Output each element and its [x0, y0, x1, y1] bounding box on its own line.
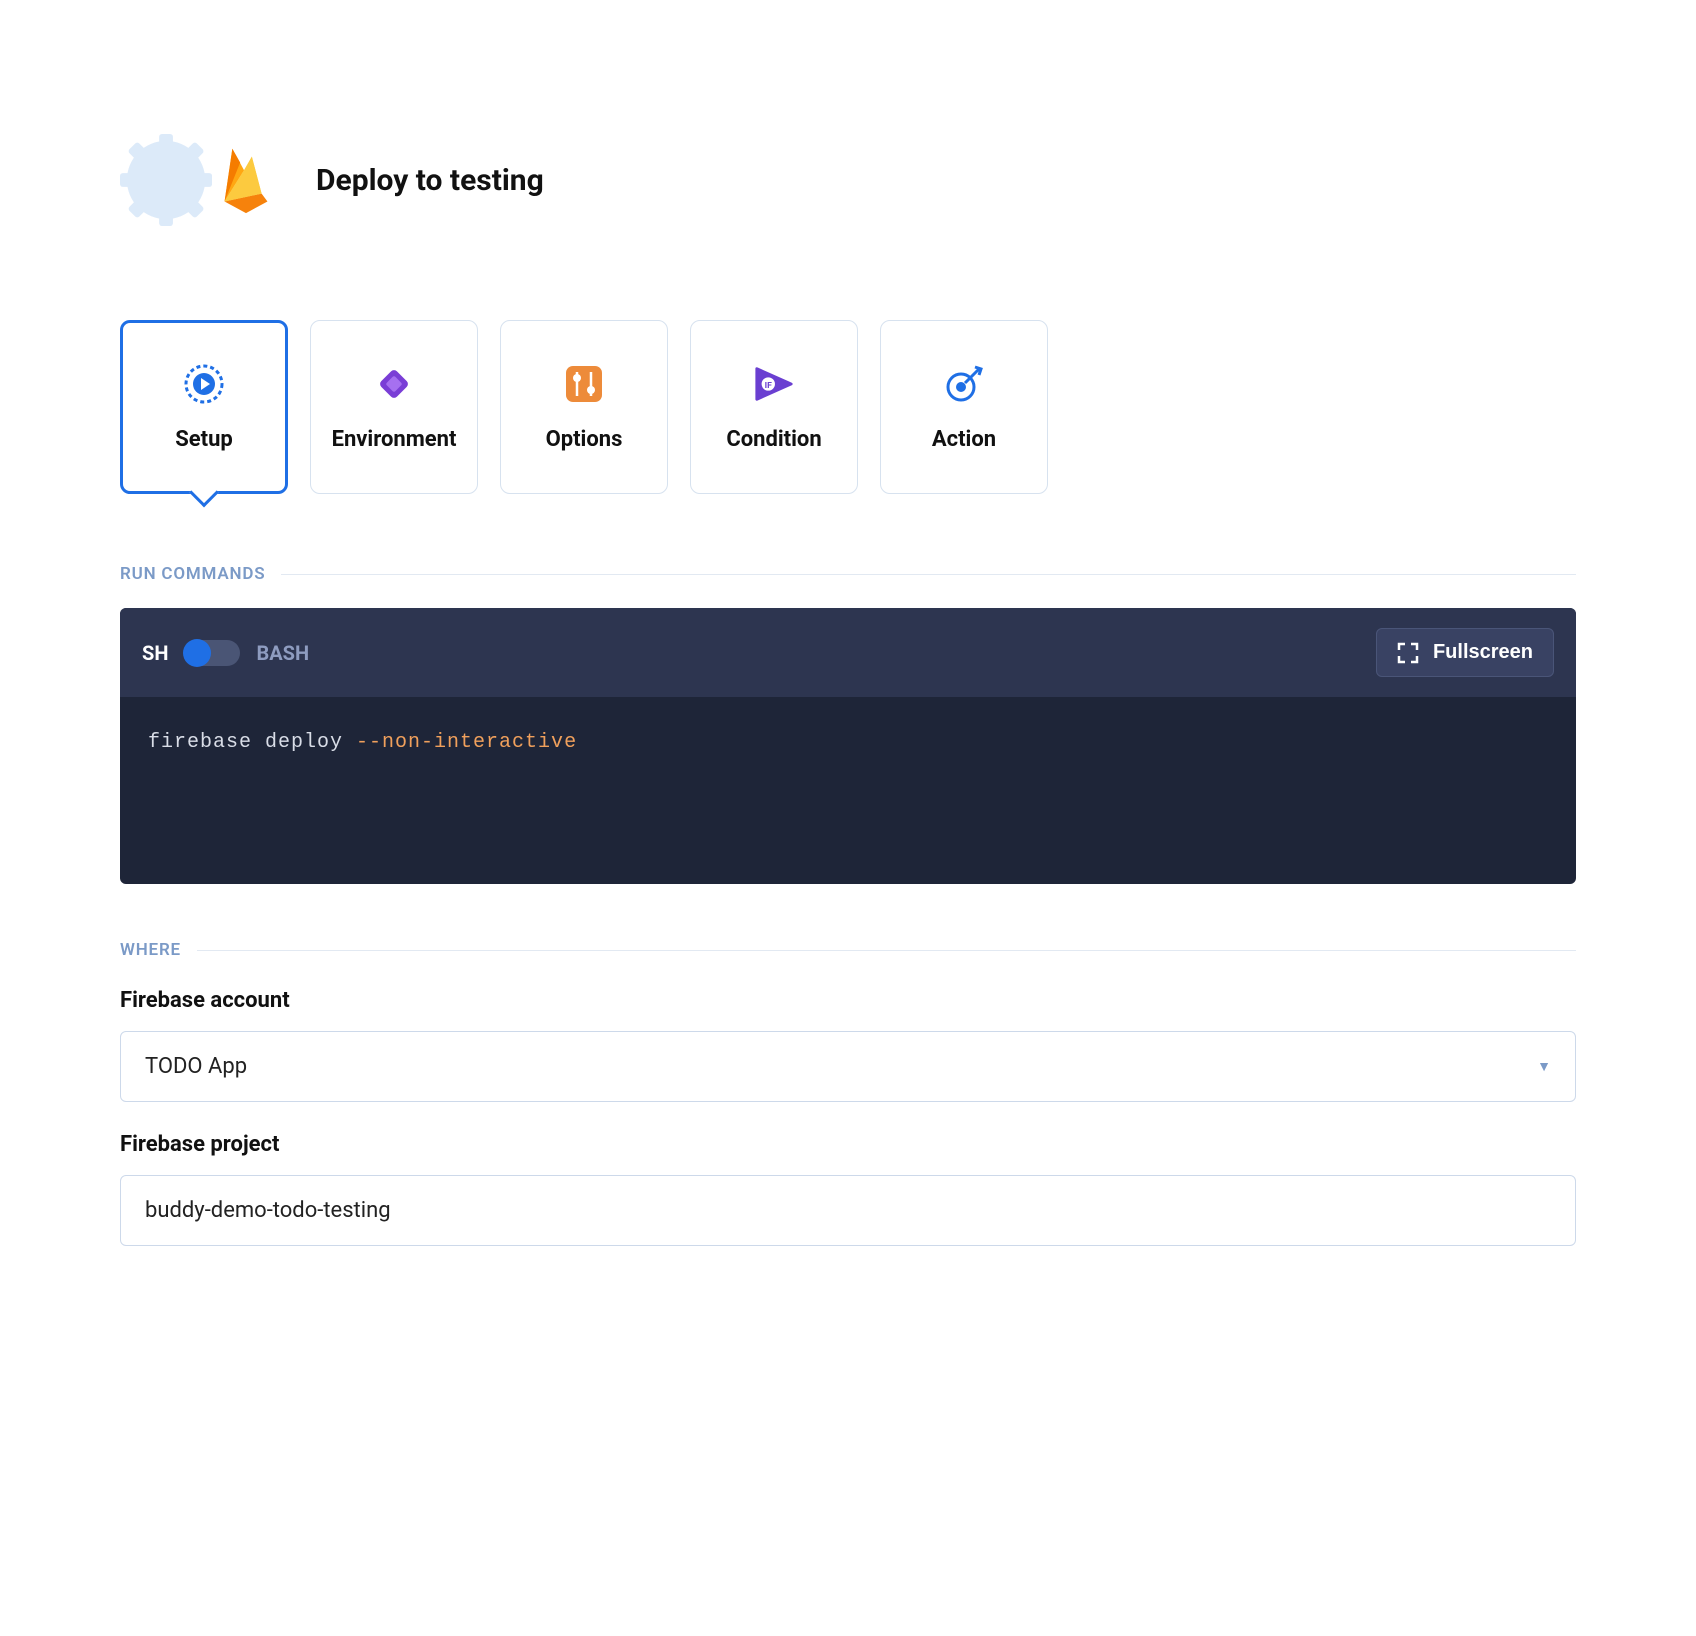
code-flag: --non-interactive: [356, 731, 577, 754]
environment-diamond-icon: [373, 363, 415, 405]
shell-switch: SH BASH: [142, 640, 309, 666]
tab-label: Options: [546, 427, 623, 452]
tab-bar: Setup Environment Options: [120, 320, 1576, 494]
firebase-project-value: buddy-demo-todo-testing: [145, 1198, 391, 1223]
tab-condition[interactable]: IF Condition: [690, 320, 858, 494]
firebase-icon: [216, 141, 276, 219]
firebase-project-input[interactable]: buddy-demo-todo-testing: [120, 1175, 1576, 1246]
shell-toggle[interactable]: [184, 640, 240, 666]
action-icon-badge: [120, 100, 280, 260]
tab-label: Condition: [726, 427, 821, 452]
firebase-project-field: Firebase project buddy-demo-todo-testing: [120, 1132, 1576, 1246]
firebase-project-label: Firebase project: [120, 1132, 1576, 1157]
fullscreen-icon: [1397, 642, 1419, 664]
section-run-commands-label: RUN COMMANDS: [120, 564, 1576, 584]
tab-setup[interactable]: Setup: [120, 320, 288, 494]
page-title: Deploy to testing: [316, 163, 544, 198]
firebase-account-select[interactable]: TODO App ▼: [120, 1031, 1576, 1102]
tab-label: Environment: [332, 427, 457, 452]
svg-text:IF: IF: [765, 380, 773, 390]
firebase-account-value: TODO App: [145, 1054, 247, 1079]
shell-sh-label[interactable]: SH: [142, 641, 168, 665]
toggle-knob: [183, 639, 211, 667]
tab-label: Action: [932, 427, 996, 452]
chevron-down-icon: ▼: [1537, 1058, 1551, 1075]
action-target-icon: [943, 363, 985, 405]
firebase-account-label: Firebase account: [120, 988, 1576, 1013]
shell-bash-label[interactable]: BASH: [256, 641, 309, 665]
condition-play-icon: IF: [753, 363, 795, 405]
code-editor: SH BASH Fullscreen firebase deploy --non…: [120, 608, 1576, 884]
tab-action[interactable]: Action: [880, 320, 1048, 494]
firebase-account-field: Firebase account TODO App ▼: [120, 988, 1576, 1102]
setup-gear-icon: [183, 363, 225, 405]
code-text: firebase deploy: [148, 731, 356, 754]
section-where-label: WHERE: [120, 940, 1576, 960]
fullscreen-button[interactable]: Fullscreen: [1376, 628, 1554, 677]
options-sliders-icon: [563, 363, 605, 405]
gear-icon: [120, 100, 212, 260]
tab-label: Setup: [175, 427, 233, 452]
code-body[interactable]: firebase deploy --non-interactive: [120, 697, 1576, 884]
fullscreen-label: Fullscreen: [1433, 641, 1533, 664]
code-editor-header: SH BASH Fullscreen: [120, 608, 1576, 697]
tab-options[interactable]: Options: [500, 320, 668, 494]
tab-environment[interactable]: Environment: [310, 320, 478, 494]
page-header: Deploy to testing: [120, 100, 1576, 260]
